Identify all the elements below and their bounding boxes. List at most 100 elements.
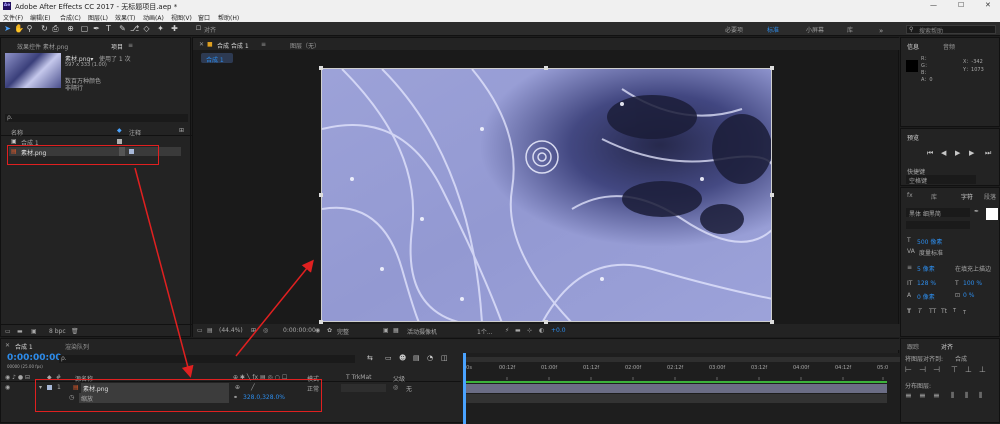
timeline-timecode[interactable]: 0:00:00:00 <box>7 353 62 363</box>
subscript-button[interactable]: T <box>963 310 966 316</box>
reset-exposure-icon[interactable]: ◐ <box>539 327 544 334</box>
distribute-left-icon[interactable]: ⦀ <box>951 391 955 401</box>
draft-3d-icon[interactable]: ▭ <box>385 354 392 362</box>
distribute-top-icon[interactable]: ≡ <box>905 391 912 400</box>
timeline-icon[interactable]: ▬ <box>515 327 521 334</box>
tab-effects[interactable]: fx <box>907 192 913 199</box>
trkmat-dropdown[interactable] <box>341 384 386 392</box>
faux-bold-button[interactable]: T <box>907 308 911 315</box>
workspace-essentials[interactable]: 必要项 <box>725 25 743 34</box>
menu-help[interactable]: 帮助(H) <box>218 13 239 22</box>
handle-top-right[interactable] <box>770 66 774 70</box>
tab-composition[interactable]: 合成 合成 1 <box>217 41 249 50</box>
visibility-icon[interactable]: ◉ <box>5 384 10 391</box>
new-folder-icon[interactable]: ▬ <box>17 328 23 335</box>
close-button[interactable]: ✕ <box>985 1 991 9</box>
text-tool-icon[interactable]: T <box>104 24 113 33</box>
distribute-hcenter-icon[interactable]: ⦀ <box>965 391 969 401</box>
clone-stamp-tool-icon[interactable]: ⎇ <box>130 24 139 33</box>
workspace-overflow-icon[interactable]: » <box>879 27 883 35</box>
superscript-button[interactable]: T <box>953 308 956 314</box>
new-comp-icon[interactable]: ▣ <box>31 328 37 335</box>
region-icon[interactable]: ▣ <box>383 327 389 334</box>
eraser-tool-icon[interactable]: ◇ <box>142 24 151 33</box>
distribute-right-icon[interactable]: ⦀ <box>979 391 983 401</box>
tab-preview[interactable]: 预览 <box>907 133 919 142</box>
menu-file[interactable]: 文件(F) <box>3 13 23 22</box>
fill-color-swatch[interactable] <box>986 208 998 220</box>
close-icon[interactable]: ✕ <box>5 342 10 349</box>
minimize-button[interactable]: — <box>930 1 937 9</box>
handle-mid-left[interactable] <box>319 193 323 197</box>
tab-libraries[interactable]: 库 <box>931 192 937 201</box>
project-search-input[interactable]: ρ. <box>5 114 188 122</box>
font-style-dropdown[interactable] <box>906 221 970 229</box>
prev-frame-icon[interactable]: ◀ <box>941 149 946 157</box>
handle-top-left[interactable] <box>319 66 323 70</box>
interpret-footage-icon[interactable]: ▭ <box>5 328 11 335</box>
font-family-dropdown[interactable]: 黑体 细黑简 <box>906 208 970 218</box>
current-time[interactable]: 0:00:00:00 <box>283 327 316 334</box>
work-area-indicator[interactable] <box>463 381 887 383</box>
menu-composition[interactable]: 合成(C) <box>60 13 81 22</box>
play-icon[interactable]: ▶ <box>955 149 960 157</box>
distribute-vcenter-icon[interactable]: ≡ <box>919 391 926 400</box>
magnification-dropdown[interactable]: (44.4%) <box>219 327 243 334</box>
column-trkmat[interactable]: T TrkMat <box>346 374 372 381</box>
playhead[interactable] <box>463 353 466 424</box>
align-vcenter-icon[interactable]: ⊥ <box>965 365 972 374</box>
comp-viewer-image[interactable] <box>321 68 772 322</box>
breadcrumb[interactable]: 合成 1 <box>201 53 233 64</box>
work-area-bar[interactable] <box>463 357 900 362</box>
shortcut-dropdown[interactable]: 空格键 <box>906 175 976 185</box>
transparency-icon[interactable]: ▦ <box>393 327 399 334</box>
selection-tool-icon[interactable]: ➤ <box>3 24 12 33</box>
graph-editor-icon[interactable]: ◫ <box>441 354 448 362</box>
camera-dropdown[interactable]: 活动摄像机 <box>407 327 437 336</box>
distribute-bottom-icon[interactable]: ≡ <box>933 391 940 400</box>
tab-info[interactable]: 信息 <box>907 42 919 51</box>
frame-blend-icon[interactable]: ▤ <box>413 354 420 362</box>
menu-layer[interactable]: 图层(L) <box>88 13 108 22</box>
snapshot-icon[interactable]: ◉ <box>315 327 320 334</box>
align-to-dropdown[interactable]: 合成 <box>955 354 967 363</box>
pan-behind-tool-icon[interactable]: ⊕ <box>66 24 75 33</box>
tab-character[interactable]: 字符 <box>961 192 973 201</box>
preview-icon[interactable]: ▤ <box>207 327 213 334</box>
tab-align[interactable]: 对齐 <box>941 342 953 351</box>
zoom-tool-icon[interactable]: ⚲ <box>25 24 34 33</box>
column-name[interactable]: 名称 <box>11 128 23 137</box>
camera-tool-icon[interactable]: ⎙ <box>51 24 60 33</box>
align-hcenter-icon[interactable]: ⊣ <box>919 365 926 374</box>
close-icon[interactable]: ✕ <box>199 41 204 48</box>
stroke-width-value[interactable]: 5 像素 <box>917 264 935 273</box>
vertical-scale-value[interactable]: 128 % <box>917 280 936 287</box>
tab-audio[interactable]: 音频 <box>943 42 955 51</box>
tab-paragraph[interactable]: 段落 <box>984 192 996 201</box>
comp-mini-flowchart-icon[interactable]: ⇆ <box>367 354 373 362</box>
column-parent[interactable]: 父级 <box>393 374 405 383</box>
trash-icon[interactable]: 🗑 <box>71 328 79 335</box>
last-frame-icon[interactable]: ⏭ <box>985 149 991 158</box>
tab-timeline-comp[interactable]: 合成 1 <box>15 342 33 351</box>
maximize-button[interactable]: ☐ <box>958 1 964 9</box>
menu-window[interactable]: 窗口 <box>198 13 210 22</box>
small-caps-button[interactable]: Tt <box>941 308 947 315</box>
panel-menu-icon[interactable]: ≡ <box>261 41 266 48</box>
horizontal-scale-value[interactable]: 100 % <box>963 280 982 287</box>
workspace-small-screen[interactable]: 小屏幕 <box>806 25 824 34</box>
channel-icon[interactable]: ✿ <box>327 327 332 334</box>
next-frame-icon[interactable]: ▶ <box>969 149 974 157</box>
parent-pick-whip-icon[interactable]: ◎ <box>393 384 398 391</box>
font-size-value[interactable]: 500 像素 <box>917 237 942 246</box>
rotate-tool-icon[interactable]: ↻ <box>40 24 49 33</box>
parent-dropdown[interactable]: 无 <box>406 384 412 393</box>
resolution-dropdown[interactable]: 完整 <box>337 327 349 336</box>
fast-preview-icon[interactable]: ⚡ <box>505 327 509 334</box>
pen-tool-icon[interactable]: ✒ <box>92 24 101 33</box>
bit-depth-button[interactable]: 8 bpc <box>49 328 66 335</box>
tab-tracker[interactable]: 跟踪 <box>907 342 919 351</box>
timeline-search-input[interactable]: ρ. <box>59 355 355 363</box>
tab-render-queue[interactable]: 渲染队列 <box>65 342 89 351</box>
grid-icon[interactable]: ⊞ <box>251 327 256 334</box>
